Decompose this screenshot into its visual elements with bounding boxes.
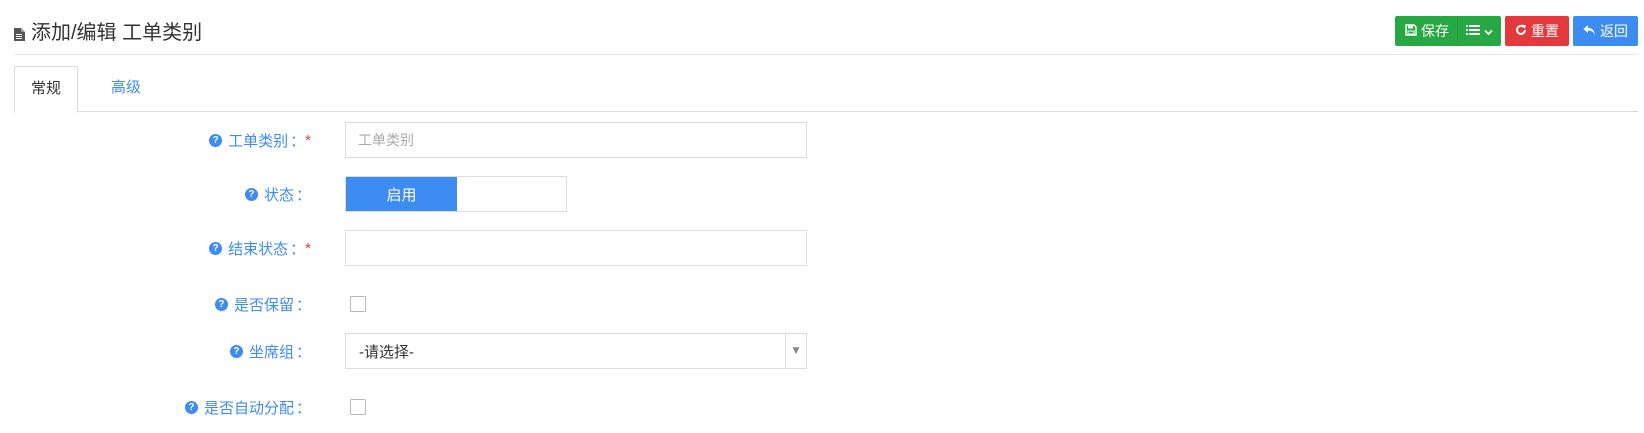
caret-down-icon[interactable]: ▼ <box>785 334 806 368</box>
form-row-category: ? 工单类别 ： * <box>0 122 1644 159</box>
status-label-text: 状态 <box>263 187 294 204</box>
label-colon: ： <box>295 187 311 204</box>
end-status-input[interactable] <box>345 230 807 266</box>
label-colon: ： <box>295 296 311 314</box>
form-row-seat-group: ? 坐席组 ： -请选择- ▼ <box>0 333 1644 370</box>
form-row-end-status: ? 结束状态 ： * <box>0 230 1644 267</box>
save-options-dropdown-button[interactable] <box>1457 16 1501 46</box>
category-label: ? 工单类别 ： * <box>0 122 311 159</box>
page-title: 添加/编辑 工单类别 <box>14 17 203 44</box>
retain-checkbox[interactable] <box>350 296 366 312</box>
status-toggle-off[interactable] <box>457 177 566 211</box>
end-status-label-text: 结束状态 <box>228 241 289 258</box>
file-icon <box>14 24 25 41</box>
question-circle-icon[interactable]: ? <box>214 297 228 311</box>
tab-bar: 常规 高级 <box>14 66 1638 113</box>
form-row-status: ? 状态 ： 启用 <box>0 176 1644 213</box>
question-circle-icon[interactable]: ? <box>244 188 258 201</box>
reset-button[interactable]: 重置 <box>1505 16 1569 46</box>
question-circle-icon[interactable]: ? <box>209 134 223 147</box>
form-row-auto-assign: ? 是否自动分配 ： <box>0 398 1644 418</box>
floppy-disk-icon <box>1405 23 1417 39</box>
page-title-text: 添加/编辑 工单类别 <box>31 21 203 44</box>
reset-button-label: 重置 <box>1531 23 1559 39</box>
status-toggle[interactable]: 启用 <box>345 176 567 212</box>
label-colon: ： <box>295 399 311 417</box>
retain-label: ? 是否保留 ： <box>0 295 311 314</box>
seat-group-selected-value: -请选择- <box>359 343 414 361</box>
required-asterisk: * <box>305 132 311 149</box>
auto-assign-label-text: 是否自动分配 <box>203 399 294 417</box>
seat-group-label: ? 坐席组 ： <box>0 333 311 370</box>
form-row-retain: ? 是否保留 ： <box>0 295 1644 315</box>
label-colon: ： <box>290 241 306 258</box>
label-colon: ： <box>290 133 306 150</box>
status-toggle-on[interactable]: 启用 <box>346 177 457 211</box>
auto-assign-checkbox[interactable] <box>350 399 366 415</box>
refresh-icon <box>1515 23 1527 39</box>
reply-arrow-icon <box>1583 23 1596 39</box>
question-circle-icon[interactable]: ? <box>229 345 243 358</box>
list-icon <box>1466 23 1480 39</box>
save-button-label: 保存 <box>1421 23 1449 39</box>
back-button[interactable]: 返回 <box>1573 16 1638 46</box>
question-circle-icon[interactable]: ? <box>184 400 198 414</box>
category-input[interactable] <box>345 122 807 158</box>
end-status-label: ? 结束状态 ： * <box>0 230 311 267</box>
seat-group-label-text: 坐席组 <box>248 344 294 361</box>
tab-advanced[interactable]: 高级 <box>95 66 157 110</box>
required-asterisk: * <box>305 240 311 257</box>
seat-group-select[interactable]: -请选择- ▼ <box>345 333 807 369</box>
category-label-text: 工单类别 <box>228 133 289 150</box>
label-colon: ： <box>295 344 311 361</box>
back-button-label: 返回 <box>1600 23 1628 39</box>
tab-general[interactable]: 常规 <box>14 66 79 113</box>
question-circle-icon[interactable]: ? <box>209 242 223 255</box>
toolbar: 保存 重置 返回 <box>1395 16 1638 46</box>
page-header: 添加/编辑 工单类别 保存 重置 返回 <box>14 0 1638 55</box>
save-button[interactable]: 保存 <box>1395 16 1457 46</box>
auto-assign-label: ? 是否自动分配 ： <box>0 398 311 417</box>
retain-label-text: 是否保留 <box>233 296 294 314</box>
status-label: ? 状态 ： <box>0 176 311 213</box>
chevron-down-icon <box>1484 23 1493 39</box>
save-button-group: 保存 <box>1395 16 1501 46</box>
